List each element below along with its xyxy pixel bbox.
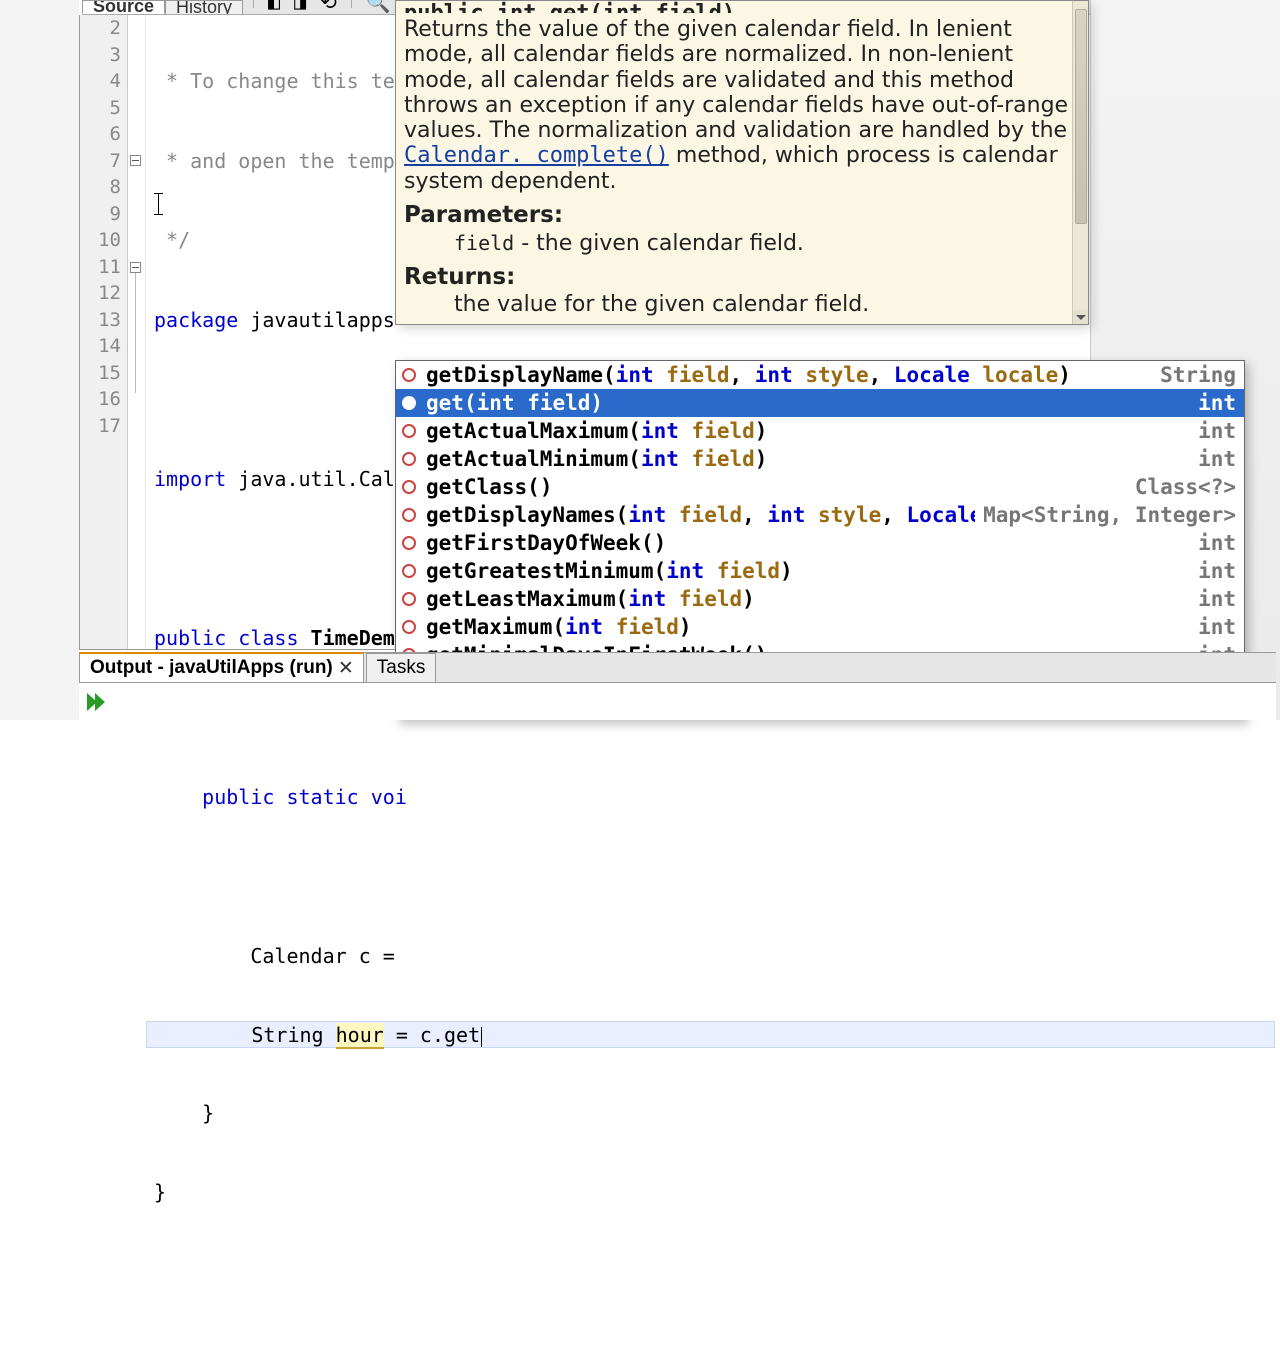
autocomplete-item[interactable]: getGreatestMinimum(int field)int — [396, 557, 1244, 585]
return-type: int — [1190, 391, 1236, 415]
warning-underline: hour — [336, 1023, 384, 1049]
javadoc-popup: public int get(int field) Returns the va… — [395, 0, 1089, 325]
return-type: int — [1190, 447, 1236, 471]
javadoc-link[interactable]: Calendar. complete() — [404, 143, 669, 168]
javadoc-returns-heading: Returns: — [404, 264, 1078, 290]
method-signature: getDisplayName(int field, int style, Loc… — [426, 363, 1152, 387]
scroll-down-icon[interactable] — [1073, 310, 1089, 324]
method-signature: getMaximum(int field) — [426, 615, 1190, 639]
return-type: int — [1190, 531, 1236, 555]
rerun-icon[interactable] — [85, 691, 107, 713]
history-tab[interactable]: History — [165, 0, 243, 14]
method-icon — [402, 452, 416, 466]
editor-toolbar-icons: ◧ ◨ ⟲ 🔍 — [253, 0, 391, 14]
return-type: Map<String, Integer> — [975, 503, 1236, 527]
return-type: int — [1190, 419, 1236, 443]
method-signature: getClass() — [426, 475, 1127, 499]
line-number-gutter: 234 567 8910 111213 141516 17 — [80, 15, 128, 649]
method-icon — [402, 396, 416, 410]
autocomplete-item[interactable]: getActualMaximum(int field)int — [396, 417, 1244, 445]
return-type: int — [1190, 615, 1236, 639]
method-icon — [402, 536, 416, 550]
fold-toggle-icon[interactable] — [130, 262, 141, 273]
method-signature: getGreatestMinimum(int field) — [426, 559, 1190, 583]
javadoc-scrollbar[interactable] — [1072, 1, 1088, 324]
return-type: int — [1190, 587, 1236, 611]
nav-forward-icon[interactable]: ◨ — [294, 0, 306, 14]
text-caret-icon — [481, 1027, 482, 1047]
output-panel — [79, 682, 1276, 720]
autocomplete-item[interactable]: getActualMinimum(int field)int — [396, 445, 1244, 473]
left-gutter-spacer — [0, 0, 79, 720]
output-tab[interactable]: Output - javaUtilApps (run) ✕ — [79, 652, 364, 682]
method-signature: getActualMaximum(int field) — [426, 419, 1190, 443]
method-icon — [402, 368, 416, 382]
javadoc-description: Returns the value of the given calendar … — [404, 17, 1068, 143]
return-type: int — [1190, 559, 1236, 583]
autocomplete-item[interactable]: get(int field)int — [396, 389, 1244, 417]
javadoc-returns: the value for the given calendar field. — [404, 292, 1078, 317]
autocomplete-item[interactable]: getDisplayNames(int field, int style, Lo… — [396, 501, 1244, 529]
tasks-tab[interactable]: Tasks — [366, 653, 437, 682]
method-icon — [402, 564, 416, 578]
javadoc-parameters-heading: Parameters: — [404, 202, 1078, 228]
method-icon — [402, 480, 416, 494]
method-icon — [402, 592, 416, 606]
bottom-tab-bar: Output - javaUtilApps (run) ✕ Tasks — [79, 652, 1276, 682]
search-icon[interactable]: 🔍 — [366, 0, 391, 14]
autocomplete-item[interactable]: getFirstDayOfWeek()int — [396, 529, 1244, 557]
return-type: String — [1152, 363, 1236, 387]
autocomplete-item[interactable]: getClass()Class<?> — [396, 473, 1244, 501]
method-signature: getDisplayNames(int field, int style, Lo… — [426, 503, 975, 527]
output-tab-label: Output - javaUtilApps (run) — [90, 657, 333, 679]
method-signature: get(int field) — [426, 391, 1190, 415]
fold-column[interactable] — [128, 15, 146, 649]
method-icon — [402, 508, 416, 522]
method-icon — [402, 424, 416, 438]
method-signature: getActualMinimum(int field) — [426, 447, 1190, 471]
javadoc-parameter: field - the given calendar field. — [404, 231, 1078, 256]
refresh-icon[interactable]: ⟲ — [320, 0, 337, 14]
ibeam-cursor-icon — [158, 193, 159, 215]
method-signature: getFirstDayOfWeek() — [426, 531, 1190, 555]
scrollbar-thumb[interactable] — [1075, 9, 1087, 224]
return-type: Class<?> — [1127, 475, 1236, 499]
close-icon[interactable]: ✕ — [339, 661, 353, 675]
nav-back-icon[interactable]: ◧ — [268, 0, 280, 14]
javadoc-signature: public int get(int field) — [396, 1, 1088, 13]
autocomplete-item[interactable]: getDisplayName(int field, int style, Loc… — [396, 361, 1244, 389]
method-signature: getLeastMaximum(int field) — [426, 587, 1190, 611]
method-icon — [402, 620, 416, 634]
autocomplete-item[interactable]: getLeastMaximum(int field)int — [396, 585, 1244, 613]
current-line[interactable]: String hour = c.get — [146, 1021, 1275, 1048]
source-tab[interactable]: Source — [82, 0, 165, 14]
fold-toggle-icon[interactable] — [130, 155, 141, 166]
autocomplete-item[interactable]: getMaximum(int field)int — [396, 613, 1244, 641]
